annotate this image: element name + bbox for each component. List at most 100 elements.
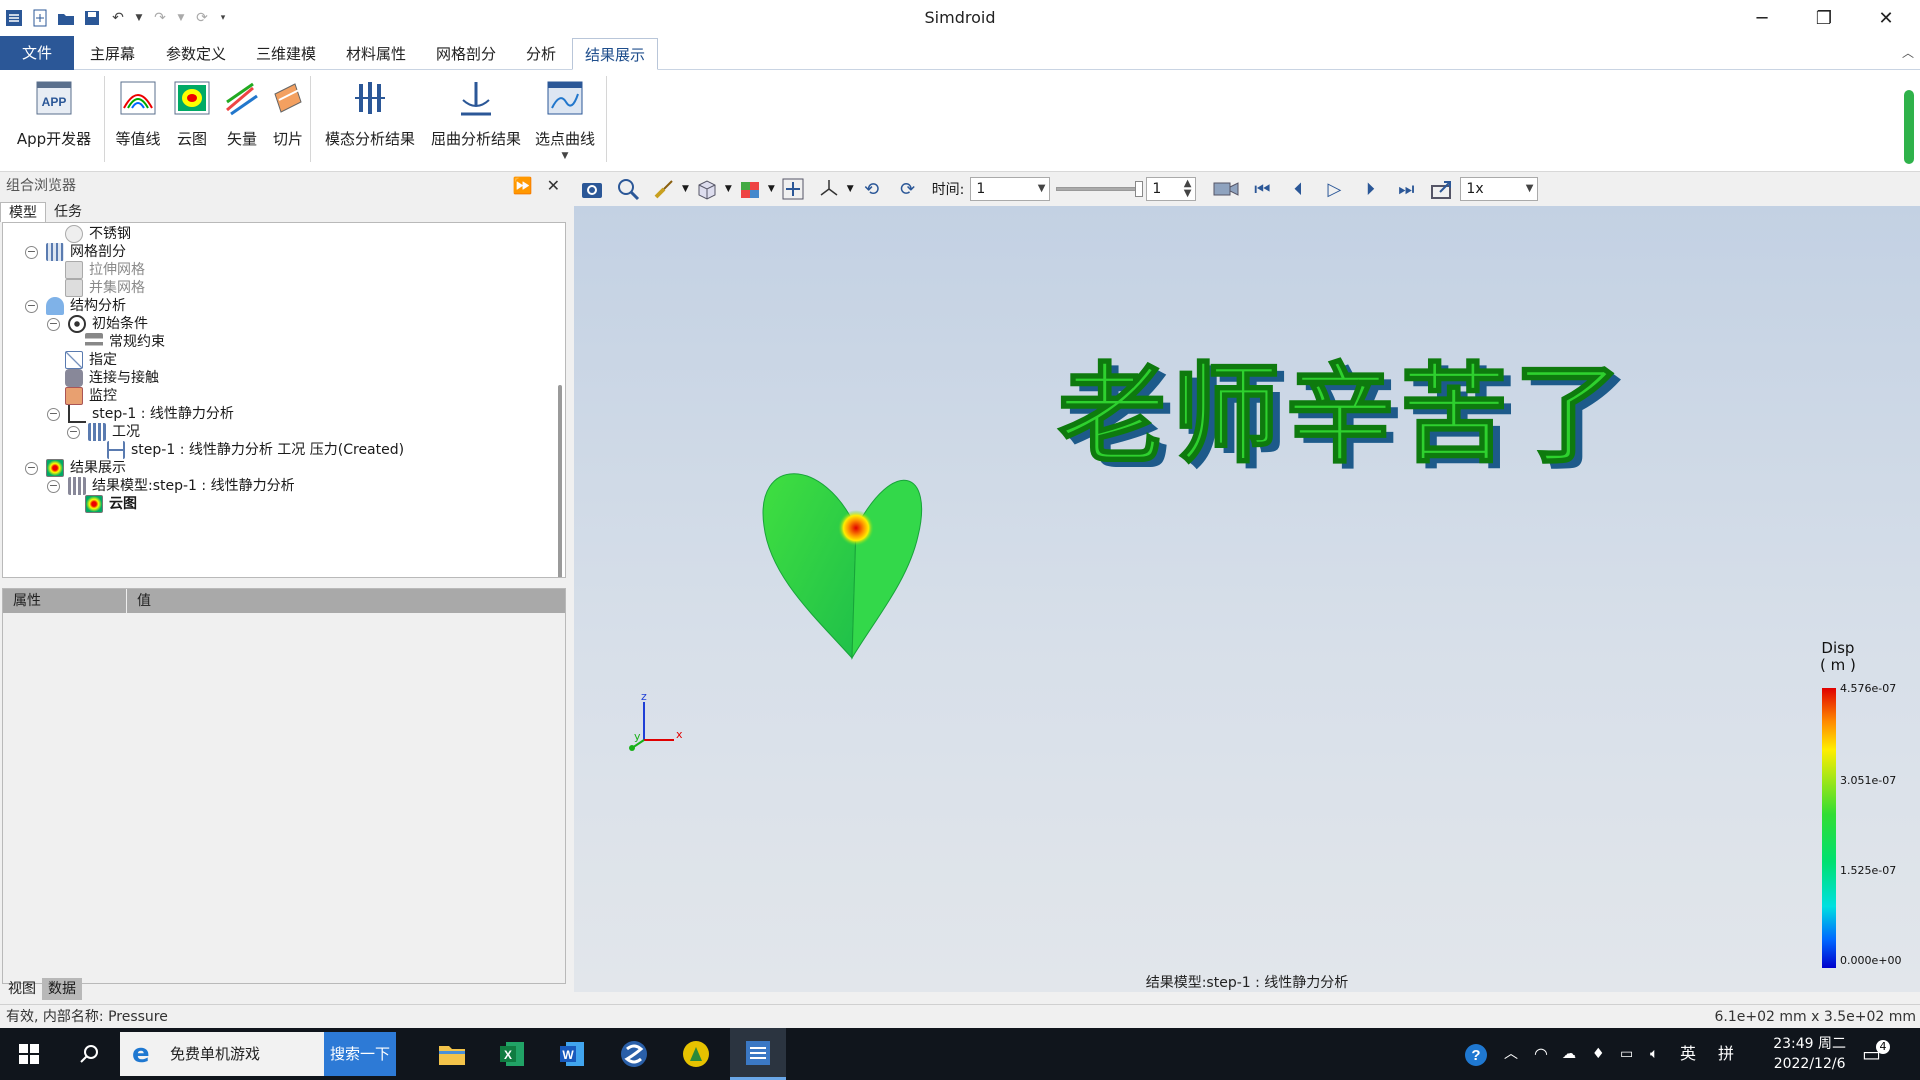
taskbar: e 免费单机游戏 搜索一下 X W ? ︿ ◠ ☁ ♦ ▭ 🔈︎ 英 拼 23:… [0,1028,1920,1080]
legend-tick-min: 0.000e+00 [1840,954,1902,967]
vector-label: 矢量 [226,130,257,148]
tab-data[interactable]: 数据 [42,978,82,1000]
clear-brush-icon[interactable] [650,175,678,203]
ime-language[interactable]: 英 [1680,1028,1696,1080]
screenshot-icon[interactable] [578,175,606,203]
export-animation-icon[interactable] [1428,175,1456,203]
record-video-icon[interactable] [1212,175,1240,203]
rotate-right-icon[interactable]: ⟳ [894,175,922,203]
collapse-icon[interactable]: − [25,245,38,259]
undo-dropdown-icon[interactable]: ▼ [134,8,144,28]
step-spinner[interactable]: 1 ▲ ▼ [1146,177,1197,201]
slice-button[interactable]: 切片 [266,78,310,149]
next-frame-icon[interactable]: ⏵ [1356,175,1384,203]
search-icon[interactable] [64,1028,114,1080]
view-dropdown-icon[interactable]: ▼ [725,184,732,194]
tree-scrollbar[interactable] [557,237,563,577]
contour-line-button[interactable]: 等值线 [112,78,164,149]
collapse-icon[interactable]: − [25,461,38,475]
svg-text:?: ? [1471,1047,1480,1064]
point-curve-label: 选点曲线 [534,130,595,148]
restore-button[interactable]: ❐ [1794,0,1854,36]
close-button[interactable]: ✕ [1856,0,1916,36]
new-file-icon[interactable] [30,8,50,28]
excel-icon[interactable]: X [484,1028,540,1080]
last-frame-icon[interactable]: ⏭ [1392,175,1420,203]
security-icon[interactable]: ♦ [1592,1028,1605,1080]
ribbon-collapse-icon[interactable]: ︿ [1902,44,1914,61]
collapse-icon[interactable]: − [47,407,60,421]
notifications-icon[interactable]: ▭ 4 [1862,1028,1890,1080]
view-cube-icon[interactable] [693,175,721,203]
play-icon[interactable]: ▷ [1320,175,1348,203]
tab-mesh[interactable]: 网格剖分 [424,38,508,70]
volume-icon[interactable]: 🔈︎ [1650,1028,1658,1080]
refresh-icon[interactable]: ⟳ [192,8,212,28]
tab-view[interactable]: 视图 [2,978,42,1000]
word-icon[interactable]: W [544,1028,600,1080]
first-frame-icon[interactable]: ⏮ [1248,175,1276,203]
redo-dropdown-icon[interactable]: ▼ [176,8,186,28]
collapse-icon[interactable]: − [25,299,38,313]
time-select[interactable]: 1 ▼ [970,177,1051,201]
app-swirl-icon[interactable] [606,1028,662,1080]
tree-item-cloud-map[interactable]: 云图 [85,493,137,515]
cloud-map-button[interactable]: 云图 [170,78,214,149]
fit-view-icon[interactable] [779,175,807,203]
file-explorer-icon[interactable] [424,1028,480,1080]
point-curve-dropdown-icon[interactable]: ▼ [532,151,598,161]
axis-dropdown-icon[interactable]: ▼ [847,184,854,194]
app-developer-button[interactable]: APP App开发器 [14,78,94,149]
previous-frame-icon[interactable]: ⏴ [1284,175,1312,203]
collapse-icon[interactable]: − [47,317,60,331]
tray-expand-icon[interactable]: ︿ [1504,1028,1518,1080]
tab-parameters[interactable]: 参数定义 [154,38,238,70]
point-curve-button[interactable]: 选点曲线 ▼ [532,78,598,161]
ime-mode[interactable]: 拼 [1718,1028,1734,1080]
start-button[interactable] [0,1028,58,1080]
3d-viewport[interactable]: 老师辛苦了 老师辛苦了 z x y Disp (m) 4.576e-07 3… [574,206,1920,992]
modal-results-button[interactable]: 模态分析结果 [322,78,418,149]
clock[interactable]: 23:49 周二 2022/12/6 [1773,1034,1846,1074]
undo-icon[interactable]: ↶ [108,8,128,28]
display-dropdown-icon[interactable]: ▼ [768,184,775,194]
minimize-button[interactable]: ─ [1732,0,1792,36]
simdroid-taskbar-icon[interactable] [730,1028,786,1080]
tab-file[interactable]: 文件 [0,36,74,70]
collapse-icon[interactable]: − [67,425,80,439]
vector-button[interactable]: 矢量 [220,78,264,149]
app-circle-icon[interactable] [668,1028,724,1080]
wifi-icon[interactable]: ◠ [1534,1028,1548,1080]
speed-select[interactable]: 1x ▼ [1460,177,1539,201]
tab-materials[interactable]: 材料属性 [334,38,418,70]
battery-icon[interactable]: ▭ [1620,1028,1633,1080]
buckling-results-button[interactable]: 屈曲分析结果 [428,78,524,149]
tab-task[interactable]: 任务 [46,202,90,222]
tab-analysis[interactable]: 分析 [514,38,568,70]
zoom-region-icon[interactable] [614,175,642,203]
axis-orientation-icon[interactable] [815,175,843,203]
weather-icon[interactable]: ☁ [1562,1028,1576,1080]
max-displacement-hotspot [838,510,874,546]
save-icon[interactable] [82,8,102,28]
tree-item-pressure[interactable]: step-1 : 线性静力分析 工况 压力(Created) [107,439,404,461]
tab-model[interactable]: 模型 [0,202,46,222]
dock-panel-icon[interactable]: ⏩ [513,172,533,200]
tab-results[interactable]: 结果展示 [572,38,659,70]
customize-dropdown-icon[interactable]: ▾ [218,8,228,28]
tab-3d-modeling[interactable]: 三维建模 [244,38,328,70]
redo-icon[interactable]: ↷ [150,8,170,28]
collapse-icon[interactable]: − [47,479,60,493]
rotate-left-icon[interactable]: ⟲ [858,175,886,203]
time-slider[interactable] [1056,181,1144,197]
tree-scroll-thumb[interactable] [558,385,562,577]
tab-home[interactable]: 主屏幕 [78,38,147,70]
brush-dropdown-icon[interactable]: ▼ [682,184,689,194]
close-panel-icon[interactable]: ✕ [547,172,560,200]
time-slider-thumb[interactable] [1135,181,1144,197]
taskbar-search-button[interactable]: 搜索一下 [324,1032,396,1076]
display-mode-icon[interactable] [736,175,764,203]
ribbon-scrollbar[interactable] [1904,90,1914,164]
open-folder-icon[interactable] [56,8,76,28]
help-icon[interactable]: ? [1464,1028,1488,1080]
